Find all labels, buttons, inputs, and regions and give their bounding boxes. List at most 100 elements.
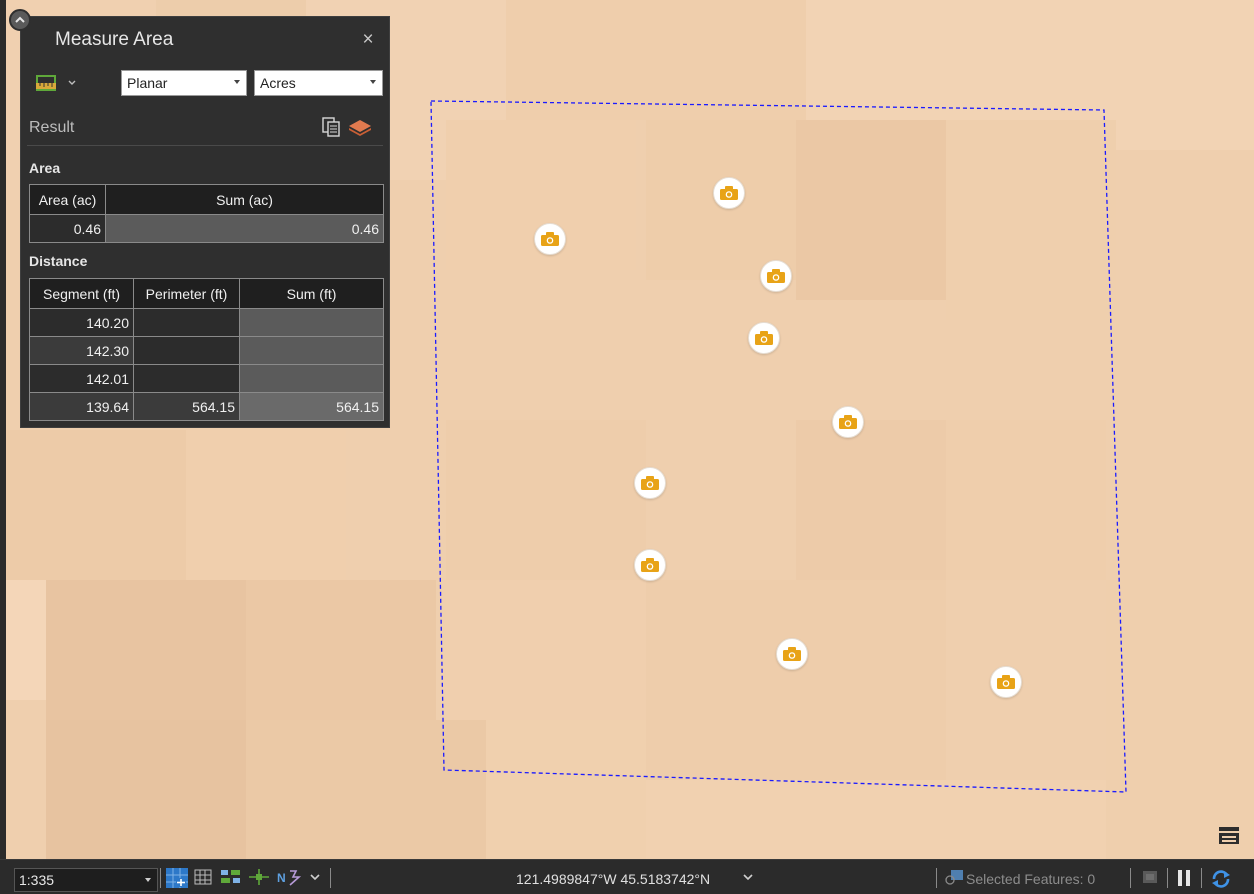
photo-marker[interactable] [990,666,1022,698]
distance-table: Segment (ft) Perimeter (ft) Sum (ft) 140… [29,278,384,421]
dropdown-caret-icon [370,80,376,84]
measure-tool-button[interactable] [35,71,83,95]
table-row: 0.46 0.46 [29,214,384,243]
table-row: 139.64 564.15 564.15 [29,392,384,421]
column-header: Sum (ac) [105,184,384,215]
column-header: Sum (ft) [239,278,384,309]
scale-select[interactable]: 1:335 [14,868,158,892]
table-cell [133,336,240,365]
camera-icon [541,232,559,246]
column-header: Segment (ft) [29,278,134,309]
grid-plus-icon [166,868,188,888]
table-cell: 0.46 [29,214,106,243]
table-row: 140.20 [29,308,384,337]
panel-header: Measure Area × [21,17,389,65]
separator [160,868,161,888]
table-cell [133,308,240,337]
table-row: 142.01 [29,364,384,393]
separator [330,868,331,888]
north-arrow-icon: N [277,870,302,886]
table-cell: 564.15 [133,392,240,421]
photo-marker[interactable] [748,322,780,354]
column-header: Area (ac) [29,184,106,215]
photo-marker[interactable] [776,638,808,670]
photo-marker[interactable] [760,260,792,292]
chevron-down-icon [310,874,320,881]
table-cell: 142.30 [29,336,134,365]
scale-value: 1:335 [19,872,55,888]
table-cell [239,364,384,393]
table-cell: 564.15 [239,392,384,421]
table-cell [239,308,384,337]
north-arrow-button[interactable]: N [276,868,304,888]
snapping-button[interactable] [220,868,242,888]
copy-button[interactable] [321,116,341,138]
measure-area-panel: Measure Area × Planar Acres Result Area … [9,9,390,428]
camera-icon [783,647,801,661]
table-cell: 140.20 [29,308,134,337]
filmstrip-icon[interactable] [1218,825,1240,845]
clear-selection-button[interactable] [1141,868,1159,888]
divider [27,145,383,146]
panel-title: Measure Area [55,29,174,50]
separator [1130,868,1131,888]
coordinates-readout: 121.4989847°W 45.5183742°N [516,871,711,887]
svg-text:N: N [277,871,286,885]
clear-selection-icon [1143,871,1157,883]
create-layer-button[interactable] [347,116,373,138]
grid-icon [194,869,212,885]
table-cell [133,364,240,393]
coordinate-format-dropdown[interactable] [741,870,755,884]
toolbar-options-dropdown[interactable] [308,868,322,888]
dropdown-caret-icon [145,878,151,882]
table-row: 142.30 [29,336,384,365]
snapping-icon [221,870,240,883]
camera-icon [641,558,659,572]
close-button[interactable]: × [359,30,377,49]
separator [1167,868,1168,888]
result-label: Result [29,119,75,136]
photo-marker[interactable] [634,549,666,581]
dropdown-caret-icon [234,80,240,84]
selection-icon [945,870,963,885]
chevron-down-icon [68,80,76,85]
chevron-up-icon [15,16,25,23]
camera-icon [720,186,738,200]
chevron-down-icon [743,874,753,881]
camera-icon [755,331,773,345]
separator [1201,868,1202,888]
area-table: Area (ac) Sum (ac) 0.46 0.46 [29,184,384,243]
photo-marker[interactable] [832,406,864,438]
camera-icon [767,269,785,283]
units-select[interactable]: Acres [254,70,383,96]
measure-mode-value: Planar [127,75,168,91]
measure-mode-select[interactable]: Planar [121,70,247,96]
table-cell: 139.64 [29,392,134,421]
fixed-scale-button[interactable] [166,868,188,888]
pause-icon [1178,870,1190,886]
units-value: Acres [260,75,296,91]
refresh-icon [1212,870,1230,888]
column-header: Perimeter (ft) [133,278,240,309]
pause-drawing-button[interactable] [1175,868,1193,888]
photo-marker[interactable] [713,177,745,209]
constraints-button[interactable] [248,868,270,888]
area-section-label: Area [29,160,61,176]
copy-icon [322,117,340,137]
photo-marker[interactable] [634,467,666,499]
selected-features-icon-wrap[interactable] [944,868,964,888]
table-cell: 142.01 [29,364,134,393]
separator [936,868,937,888]
camera-icon [997,675,1015,689]
result-header: Result [21,111,389,143]
refresh-button[interactable] [1210,868,1232,888]
distance-section-label: Distance [29,253,88,269]
collapse-button[interactable] [9,9,31,31]
photo-marker[interactable] [534,223,566,255]
camera-icon [839,415,857,429]
layer-icon [349,120,371,136]
grid-button[interactable] [194,868,212,888]
status-bar: 1:335 N 121.4989847°W 45.5183742°N Selec… [0,859,1254,894]
constraint-icon [249,869,269,885]
selected-features-count: Selected Features: 0 [966,871,1096,887]
